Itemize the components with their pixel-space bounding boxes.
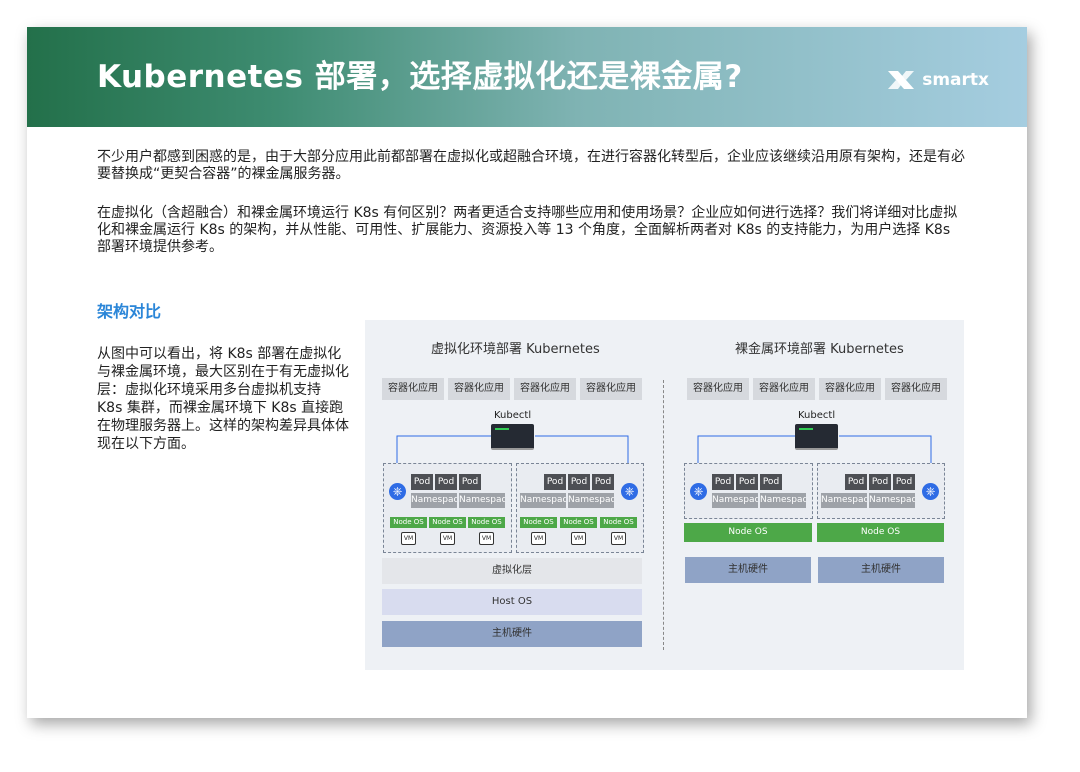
section-title: 架构对比 [97,302,162,321]
pod: Pod [411,474,433,490]
pod: Pod [712,474,734,490]
namespace: Namespace [869,493,915,508]
node-os: Node OS [684,523,812,542]
node-os: Node OS [390,517,427,528]
node-cluster: Pod Pod Pod Namespace Namespace ⎈ [684,463,813,519]
pod: Pod [568,474,590,490]
container-app: 容器化应用 [448,378,510,400]
container-app: 容器化应用 [753,378,815,400]
host-hardware-layer: 主机硬件 [382,621,642,647]
namespace: Namespace [411,493,457,508]
pod: Pod [736,474,758,490]
host-os-layer: Host OS [382,589,642,615]
section-body: 从图中可以看出，将 K8s 部署在虚拟化与裸金属环境，最大区别在于有无虚拟化层：… [97,346,349,452]
kubectl-label: Kubectl [798,410,836,421]
host-hardware: 主机硬件 [685,557,811,583]
namespace: Namespace [568,493,614,508]
vm-icon: VM [531,532,546,545]
node-os: Node OS [600,517,637,528]
container-app: 容器化应用 [819,378,881,400]
kubernetes-icon: ⎈ [690,483,707,500]
logo-text: smartx [922,70,989,90]
kubernetes-icon: ⎈ [621,483,638,500]
container-app: 容器化应用 [580,378,642,400]
page-header: Kubernetes 部署，选择虚拟化还是裸金属? smartx [27,27,1027,127]
pod: Pod [893,474,915,490]
host-hardware: 主机硬件 [818,557,944,583]
namespace: Namespace [712,493,758,508]
container-app: 容器化应用 [514,378,576,400]
node-os: Node OS [429,517,466,528]
kubectl-label: Kubectl [494,410,532,421]
intro-paragraph-1: 不少用户都感到困惑的是，由于大部分应用此前都部署在虚拟化或超融合环境，在进行容器… [97,149,965,182]
namespace: Namespace [459,493,505,508]
virtualization-title: 虚拟化环境部署 Kubernetes [431,342,600,357]
smartx-logo: smartx [886,68,989,92]
document-page: Kubernetes 部署，选择虚拟化还是裸金属? smartx 不少用户都感到… [27,27,1027,718]
node-os: Node OS [520,517,557,528]
pod: Pod [459,474,481,490]
terminal-icon [795,424,838,450]
pod: Pod [845,474,867,490]
container-app: 容器化应用 [885,378,947,400]
baremetal-title: 裸金属环境部署 Kubernetes [735,342,904,357]
node-os: Node OS [817,523,944,542]
kubernetes-icon: ⎈ [389,483,406,500]
architecture-diagram: 虚拟化环境部署 Kubernetes 裸金属环境部署 Kubernetes 容器… [365,320,964,670]
virtualization-layer: 虚拟化层 [382,558,642,584]
vm-cluster: Pod Pod Pod Namespace Namespace ⎈ Node O… [516,463,644,553]
vm-icon: VM [440,532,455,545]
vm-cluster: Pod Pod Pod Namespace Namespace ⎈ Node O… [383,463,512,553]
node-os: Node OS [560,517,597,528]
vm-icon: VM [479,532,494,545]
pod: Pod [760,474,782,490]
node-cluster: Pod Pod Pod Namespace Namespace ⎈ [817,463,945,519]
vm-icon: VM [571,532,586,545]
terminal-icon [491,424,534,450]
container-app: 容器化应用 [382,378,444,400]
diagram-divider [663,380,664,650]
vm-icon: VM [401,532,416,545]
pod: Pod [435,474,457,490]
vm-icon: VM [611,532,626,545]
smartx-logo-icon [888,71,915,89]
namespace: Namespace [520,493,566,508]
node-os: Node OS [468,517,505,528]
namespace: Namespace [821,493,867,508]
kubernetes-icon: ⎈ [922,483,939,500]
page-title: Kubernetes 部署，选择虚拟化还是裸金属? [97,59,743,95]
intro-paragraph-2: 在虚拟化（含超融合）和裸金属环境运行 K8s 有何区别？两者更适合支持哪些应用和… [97,205,958,255]
pod: Pod [869,474,891,490]
pod: Pod [592,474,614,490]
container-app: 容器化应用 [687,378,749,400]
namespace: Namespace [760,493,806,508]
pod: Pod [544,474,566,490]
